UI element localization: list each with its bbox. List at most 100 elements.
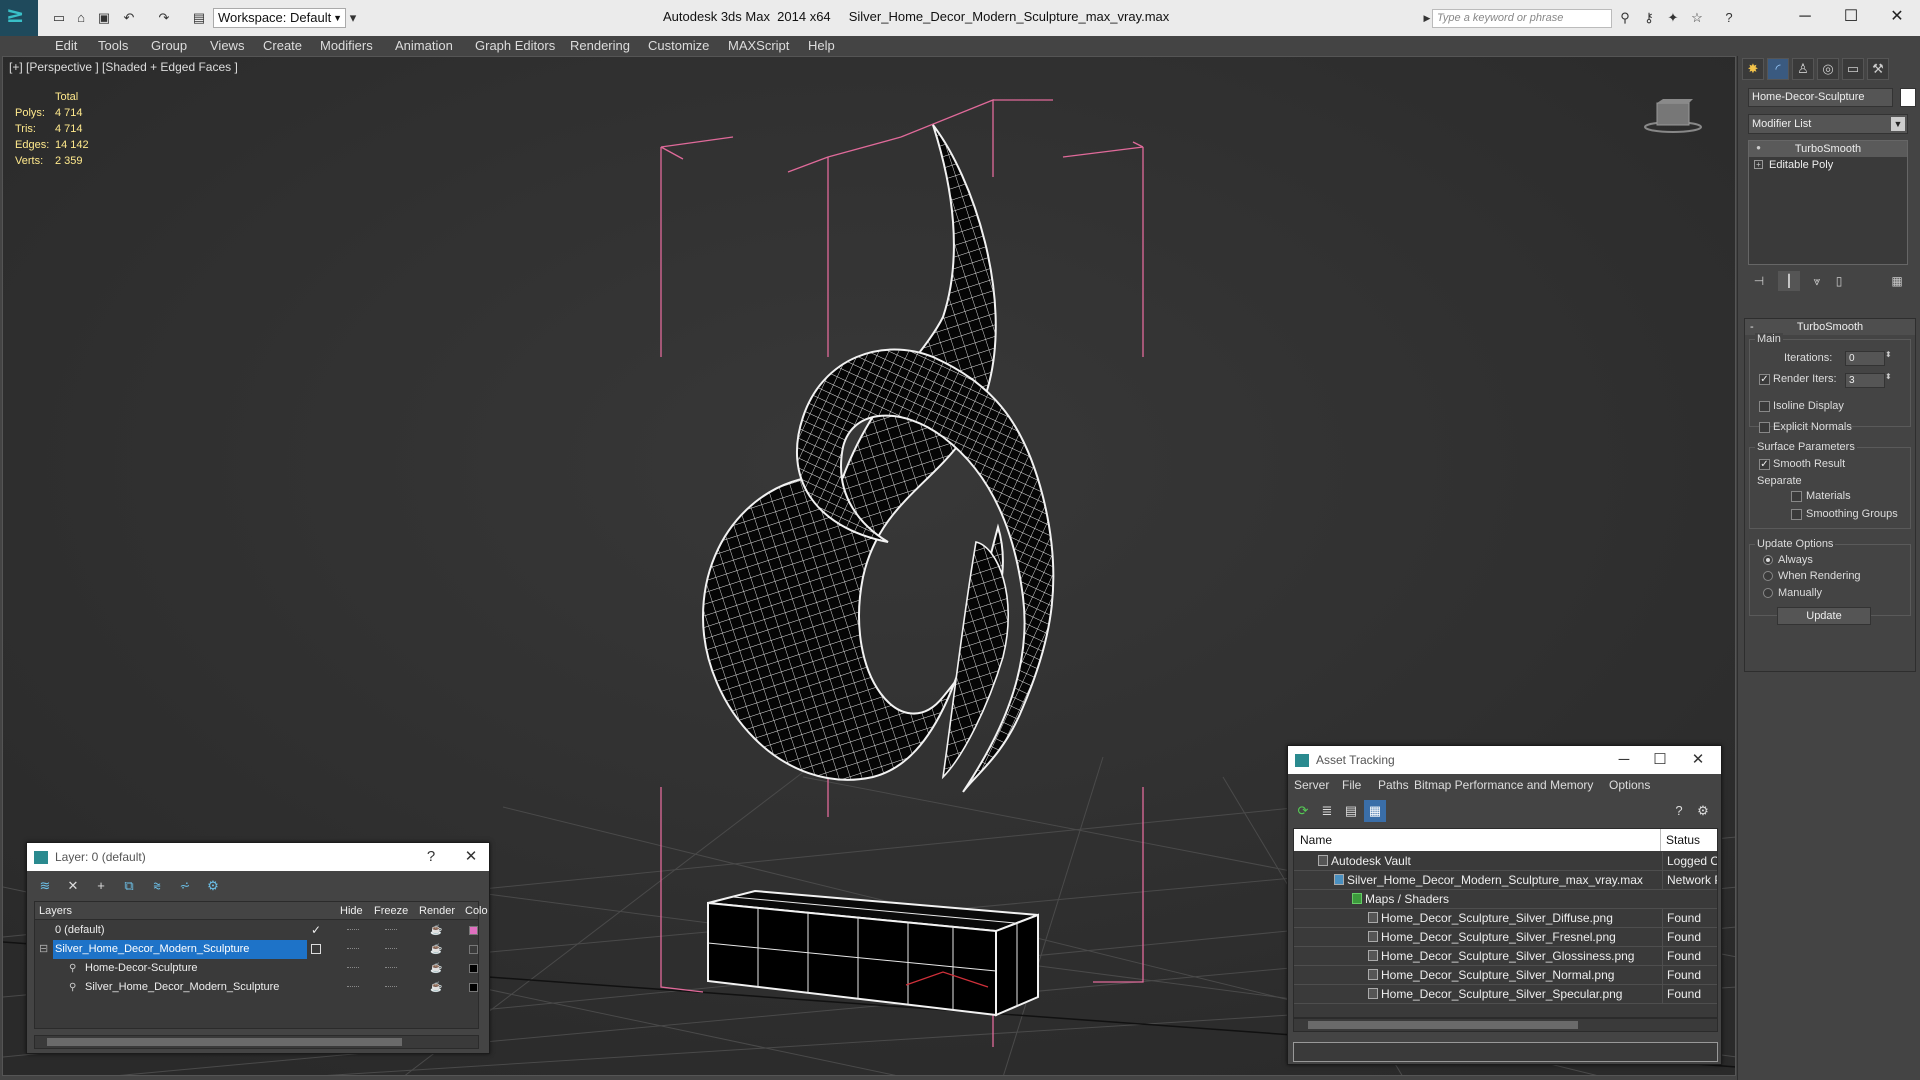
menu-modifiers[interactable]: Modifiers: [320, 38, 373, 53]
layer-color-swatch[interactable]: [469, 983, 478, 992]
modifier-list-dropdown[interactable]: Modifier List ▼: [1748, 114, 1908, 134]
col-status[interactable]: Status: [1666, 833, 1700, 847]
favorites-star-icon[interactable]: ☆: [1688, 9, 1706, 27]
menu-group[interactable]: Group: [151, 38, 187, 53]
freeze-toggle[interactable]: [385, 948, 397, 950]
col-color[interactable]: Colo: [465, 905, 488, 917]
menu-options[interactable]: Options: [1609, 778, 1650, 792]
workspace-dropdown[interactable]: Workspace: Default ▼: [213, 8, 346, 28]
asset-row[interactable]: Home_Decor_Sculpture_Silver_Diffuse.png …: [1294, 909, 1717, 928]
isoline-checkbox[interactable]: [1759, 401, 1770, 412]
help-icon[interactable]: ?: [413, 843, 449, 871]
hide-toggle[interactable]: [347, 986, 359, 988]
render-iters-spinner[interactable]: 3: [1845, 373, 1885, 388]
maximize-icon[interactable]: ☐: [1642, 746, 1678, 774]
freeze-toggle[interactable]: [385, 986, 397, 988]
thumbnail-view-icon[interactable]: ▤: [1340, 800, 1362, 822]
render-teapot-icon[interactable]: ☕: [430, 959, 442, 978]
hide-toggle[interactable]: [347, 929, 359, 931]
render-teapot-icon[interactable]: ☕: [430, 978, 442, 997]
asset-row[interactable]: Home_Decor_Sculpture_Silver_Fresnel.png …: [1294, 928, 1717, 947]
menu-file[interactable]: File: [1342, 778, 1361, 792]
display-tab-icon[interactable]: ▭: [1842, 58, 1864, 80]
freeze-toggle[interactable]: [385, 967, 397, 969]
render-teapot-icon[interactable]: ☕: [430, 940, 442, 959]
close-icon[interactable]: ✕: [453, 843, 489, 871]
menu-animation[interactable]: Animation: [395, 38, 453, 53]
menu-help[interactable]: Help: [808, 38, 835, 53]
make-current-box[interactable]: [311, 944, 321, 954]
remove-modifier-icon[interactable]: ▯: [1828, 271, 1850, 291]
iterations-spinner[interactable]: 0: [1845, 351, 1885, 366]
add-to-layer-icon[interactable]: ⧉: [118, 875, 140, 897]
render-teapot-icon[interactable]: ☕: [430, 921, 442, 940]
stack-item-turbosmooth[interactable]: ● TurboSmooth: [1749, 141, 1907, 157]
layer-row[interactable]: ⚲ Home-Decor-Sculpture ☕: [35, 959, 478, 978]
menu-views[interactable]: Views: [210, 38, 244, 53]
materials-checkbox[interactable]: [1791, 491, 1802, 502]
show-end-result-icon[interactable]: ┃: [1778, 271, 1800, 291]
table-view-icon[interactable]: ▦: [1364, 800, 1386, 822]
menu-server[interactable]: Server: [1294, 778, 1329, 792]
help-icon[interactable]: ?: [1668, 800, 1690, 822]
current-layer-check-icon[interactable]: ✓: [311, 921, 321, 940]
viewport-label[interactable]: [+] [Perspective ] [Shaded + Edged Faces…: [9, 60, 238, 74]
layer-name[interactable]: Home-Decor-Sculpture: [83, 959, 197, 978]
subscription-icon[interactable]: ⚷: [1640, 9, 1658, 27]
layer-color-swatch[interactable]: [469, 945, 478, 954]
layer-name[interactable]: Silver_Home_Decor_Modern_Sculpture: [83, 978, 279, 997]
col-layers[interactable]: Layers: [39, 905, 72, 917]
save-file-icon[interactable]: ▣: [95, 9, 113, 27]
menu-graph-editors[interactable]: Graph Editors: [475, 38, 555, 53]
asset-row[interactable]: Home_Decor_Sculpture_Silver_Glossiness.p…: [1294, 947, 1717, 966]
delete-layer-icon[interactable]: ✕: [62, 875, 84, 897]
expand-minus-icon[interactable]: ⊟: [39, 940, 48, 959]
menu-create[interactable]: Create: [263, 38, 302, 53]
render-iters-checkbox[interactable]: ✓: [1759, 374, 1770, 385]
minimize-icon[interactable]: ─: [1606, 746, 1642, 774]
scrollbar-thumb[interactable]: [47, 1038, 402, 1046]
smooth-result-checkbox[interactable]: ✓: [1759, 459, 1770, 470]
new-file-icon[interactable]: ▭: [50, 9, 68, 27]
viewcube-icon[interactable]: [1643, 95, 1703, 135]
spinner-arrows-icon[interactable]: ⬍: [1885, 350, 1892, 359]
smoothing-groups-checkbox[interactable]: [1791, 509, 1802, 520]
highlight-layer-icon[interactable]: ⩫: [174, 875, 196, 897]
pin-stack-icon[interactable]: ⊣: [1748, 271, 1770, 291]
explicit-normals-checkbox[interactable]: [1759, 422, 1770, 433]
layer-name[interactable]: Silver_Home_Decor_Modern_Sculpture: [53, 940, 307, 959]
new-layer-icon[interactable]: +: [90, 875, 112, 897]
always-radio[interactable]: [1763, 555, 1773, 565]
list-view-icon[interactable]: ≣: [1316, 800, 1338, 822]
menu-tools[interactable]: Tools: [98, 38, 128, 53]
help-settings-icon[interactable]: ⚙: [1692, 800, 1714, 822]
layer-row[interactable]: ⚲ Silver_Home_Decor_Modern_Sculpture ☕: [35, 978, 478, 997]
lightbulb-icon[interactable]: ●: [1754, 144, 1763, 153]
scrollbar-thumb[interactable]: [1308, 1021, 1578, 1029]
asset-row[interactable]: Home_Decor_Sculpture_Silver_Specular.png…: [1294, 985, 1717, 1004]
search-input[interactable]: Type a keyword or phrase: [1432, 9, 1612, 28]
expand-plus-icon[interactable]: +: [1754, 160, 1763, 169]
configure-sets-icon[interactable]: ▦: [1886, 271, 1908, 291]
manually-radio[interactable]: [1763, 588, 1773, 598]
undo-icon[interactable]: ↶: [120, 9, 138, 27]
asset-horizontal-scrollbar[interactable]: [1293, 1018, 1718, 1032]
col-hide[interactable]: Hide: [340, 905, 363, 917]
asset-row[interactable]: Maps / Shaders: [1294, 890, 1717, 909]
project-folder-icon[interactable]: ▤: [190, 9, 208, 27]
stack-item-editable-poly[interactable]: + Editable Poly: [1749, 157, 1907, 173]
menu-maxscript[interactable]: MAXScript: [728, 38, 789, 53]
qat-overflow-icon[interactable]: ▾: [344, 9, 362, 27]
asset-row[interactable]: Home_Decor_Sculpture_Silver_Normal.png F…: [1294, 966, 1717, 985]
select-objects-icon[interactable]: ⩬: [146, 875, 168, 897]
minimize-icon[interactable]: ─: [1782, 4, 1828, 30]
layer-color-swatch[interactable]: [469, 926, 478, 935]
layer-properties-icon[interactable]: ⚙: [202, 875, 224, 897]
spinner-arrows-icon[interactable]: ⬍: [1885, 372, 1892, 381]
create-tab-icon[interactable]: ✸: [1742, 58, 1764, 80]
menu-paths[interactable]: Paths: [1378, 778, 1409, 792]
col-render[interactable]: Render: [419, 905, 455, 917]
asset-path-field[interactable]: [1293, 1042, 1718, 1062]
object-name-field[interactable]: Home-Decor-Sculpture: [1748, 88, 1893, 107]
layer-row[interactable]: ⊟ Silver_Home_Decor_Modern_Sculpture ☕: [35, 940, 478, 959]
